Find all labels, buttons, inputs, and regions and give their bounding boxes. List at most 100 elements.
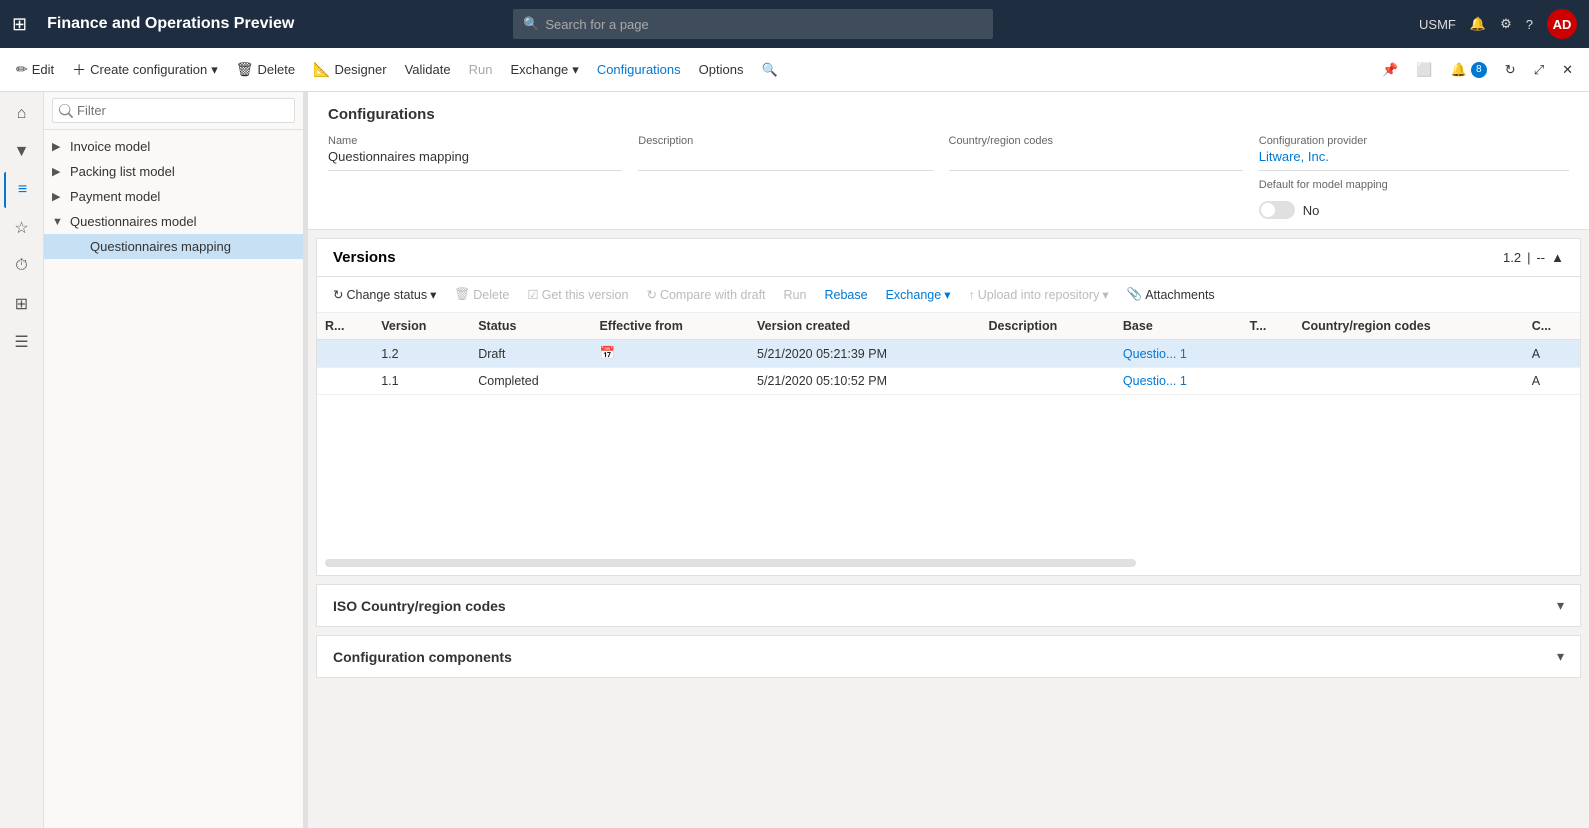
designer-button[interactable]: 📐 Designer bbox=[305, 57, 394, 82]
chevron-right-icon: ▶ bbox=[52, 140, 68, 153]
horizontal-scrollbar[interactable] bbox=[325, 559, 1136, 567]
provider-value[interactable]: Litware, Inc. bbox=[1259, 149, 1569, 171]
cell-country bbox=[1293, 340, 1523, 368]
exchange-button[interactable]: Exchange ▾ bbox=[502, 58, 586, 82]
tree-item-label: Questionnaires mapping bbox=[90, 239, 295, 254]
tree-item-questionnaires-model[interactable]: ▼ Questionnaires model bbox=[44, 209, 303, 234]
provider-label: Configuration provider bbox=[1259, 135, 1569, 147]
config-components-section: Configuration components ▾ bbox=[316, 635, 1581, 678]
run-version-button[interactable]: Run bbox=[776, 284, 815, 306]
refresh-button[interactable]: ↻ bbox=[1497, 58, 1524, 82]
top-bar-right: USMF 🔔 ⚙ ? AD bbox=[1419, 9, 1577, 39]
table-header-row: R... Version Status Effective from Versi… bbox=[317, 313, 1580, 340]
country-value[interactable] bbox=[949, 149, 1243, 171]
default-mapping-toggle[interactable] bbox=[1259, 201, 1295, 219]
edit-button[interactable]: ✏ Edit bbox=[8, 57, 62, 82]
col-c: C... bbox=[1524, 313, 1580, 340]
section-title: Configurations bbox=[328, 106, 1569, 123]
nav-list[interactable]: ≡ bbox=[4, 172, 40, 208]
tree-item-invoice[interactable]: ▶ Invoice model bbox=[44, 134, 303, 159]
nav-star[interactable]: ☆ bbox=[4, 210, 40, 246]
change-status-button[interactable]: ↻ Change status ▾ bbox=[325, 283, 444, 306]
sidebar-toggle-button[interactable]: ⬜ bbox=[1408, 58, 1440, 82]
col-country: Country/region codes bbox=[1293, 313, 1523, 340]
cell-version: 1.1 bbox=[373, 368, 470, 395]
filter-input[interactable] bbox=[52, 98, 295, 123]
attachments-button[interactable]: 📎 Attachments bbox=[1119, 283, 1223, 306]
iso-section: ISO Country/region codes ▾ bbox=[316, 584, 1581, 627]
settings-icon[interactable]: ⚙ bbox=[1500, 16, 1512, 32]
get-this-version-button[interactable]: ☑ Get this version bbox=[519, 283, 636, 306]
nav-filter[interactable]: ▼ bbox=[4, 134, 40, 170]
close-button[interactable]: ✕ bbox=[1554, 58, 1581, 82]
app-title: Finance and Operations Preview bbox=[47, 15, 294, 33]
delete-button[interactable]: 🗑 Delete bbox=[228, 57, 303, 82]
config-section-header[interactable]: Configuration components ▾ bbox=[317, 636, 1580, 677]
popout-button[interactable]: ⤢ bbox=[1526, 58, 1552, 82]
nav-table[interactable]: ⊞ bbox=[4, 286, 40, 322]
notification-icon[interactable]: 🔔 bbox=[1470, 16, 1486, 32]
nav-clock[interactable]: ⏱ bbox=[4, 248, 40, 284]
cmd-right: 📌 ⬜ 🔔 8 ↻ ⤢ ✕ bbox=[1374, 58, 1581, 82]
col-effective-from: Effective from bbox=[591, 313, 749, 340]
versions-table: R... Version Status Effective from Versi… bbox=[317, 313, 1580, 395]
base-link[interactable]: Questio... 1 bbox=[1123, 347, 1187, 361]
name-value[interactable]: Questionnaires mapping bbox=[328, 149, 622, 171]
name-label: Name bbox=[328, 135, 622, 147]
search-bar[interactable]: 🔍 bbox=[513, 9, 993, 39]
search-cmd-button[interactable]: 🔍 bbox=[753, 58, 785, 82]
versions-table-wrap: R... Version Status Effective from Versi… bbox=[317, 313, 1580, 395]
default-mapping-row: Default for model mapping bbox=[1259, 179, 1569, 193]
attachments-icon: 📎 bbox=[1127, 287, 1143, 302]
iso-section-header[interactable]: ISO Country/region codes ▾ bbox=[317, 585, 1580, 626]
pin-button[interactable]: 📌 bbox=[1374, 58, 1406, 82]
configurations-button[interactable]: Configurations bbox=[589, 58, 689, 81]
col-base: Base bbox=[1115, 313, 1242, 340]
nav-home[interactable]: ⌂ bbox=[4, 96, 40, 132]
change-status-dropdown: ▾ bbox=[430, 287, 436, 302]
create-config-button[interactable]: ＋ Create configuration ▾ bbox=[64, 56, 226, 84]
notification-badge-button[interactable]: 🔔 8 bbox=[1443, 58, 1495, 82]
exchange-version-dropdown: ▾ bbox=[944, 287, 950, 302]
toggle-row: No bbox=[1259, 201, 1569, 219]
table-row[interactable]: 1.2 Draft 📅 5/21/2020 05:21:39 PM Questi… bbox=[317, 340, 1580, 368]
desc-value[interactable] bbox=[638, 149, 932, 171]
help-icon[interactable]: ? bbox=[1526, 17, 1533, 32]
cell-base: Questio... 1 bbox=[1115, 340, 1242, 368]
exchange-version-button[interactable]: Exchange ▾ bbox=[878, 283, 959, 306]
edit-icon: ✏ bbox=[16, 61, 28, 78]
tree-item-payment[interactable]: ▶ Payment model bbox=[44, 184, 303, 209]
validate-button[interactable]: Validate bbox=[397, 58, 459, 81]
vtb-delete-icon: 🗑 bbox=[454, 287, 470, 302]
tree-item-label: Payment model bbox=[70, 189, 295, 204]
avatar[interactable]: AD bbox=[1547, 9, 1577, 39]
cell-version-created: 5/21/2020 05:21:39 PM bbox=[749, 340, 980, 368]
nav-menu[interactable]: ☰ bbox=[4, 324, 40, 360]
field-description: Description bbox=[638, 135, 948, 219]
upload-repo-button[interactable]: ↑ Upload into repository ▾ bbox=[960, 283, 1116, 306]
field-provider: Configuration provider Litware, Inc. Def… bbox=[1259, 135, 1569, 219]
change-status-icon: ↻ bbox=[333, 287, 343, 302]
search-icon: 🔍 bbox=[523, 16, 539, 32]
versions-header: Versions 1.2 | -- ▲ bbox=[317, 239, 1580, 277]
search-input[interactable] bbox=[545, 17, 983, 32]
vtb-delete-button[interactable]: 🗑 Delete bbox=[446, 283, 517, 306]
user-label: USMF bbox=[1419, 17, 1456, 32]
content-header: Configurations Name Questionnaires mappi… bbox=[308, 92, 1589, 230]
collapse-icon[interactable]: ▲ bbox=[1551, 250, 1564, 265]
run-button[interactable]: Run bbox=[461, 58, 501, 81]
tree-item-questionnaires-mapping[interactable]: Questionnaires mapping bbox=[44, 234, 303, 259]
rebase-button[interactable]: Rebase bbox=[816, 284, 875, 306]
upload-icon: ↑ bbox=[968, 288, 974, 302]
options-button[interactable]: Options bbox=[691, 58, 752, 81]
waffle-icon[interactable]: ⊞ bbox=[12, 14, 27, 35]
exchange-dropdown-icon: ▾ bbox=[572, 62, 579, 78]
compare-with-draft-button[interactable]: ↻ Compare with draft bbox=[638, 283, 773, 306]
tree-item-label: Questionnaires model bbox=[70, 214, 295, 229]
col-version: Version bbox=[373, 313, 470, 340]
empty-area bbox=[317, 395, 1580, 555]
base-link[interactable]: Questio... 1 bbox=[1123, 374, 1187, 388]
table-row[interactable]: 1.1 Completed 5/21/2020 05:10:52 PM Ques… bbox=[317, 368, 1580, 395]
tree-list: ▶ Invoice model ▶ Packing list model ▶ P… bbox=[44, 130, 303, 828]
tree-item-packing[interactable]: ▶ Packing list model bbox=[44, 159, 303, 184]
